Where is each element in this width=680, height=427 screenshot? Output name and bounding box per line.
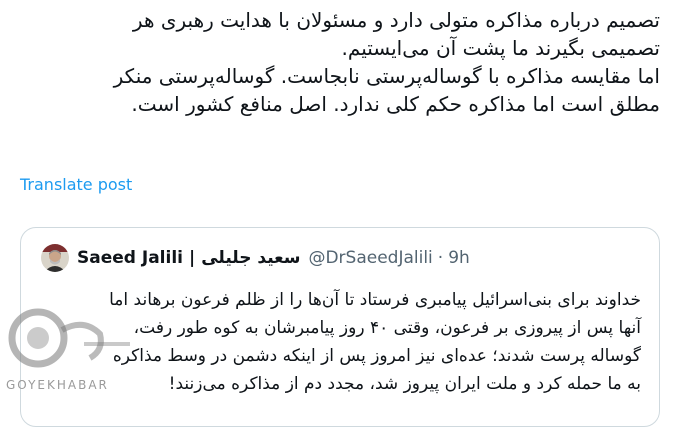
quoted-text-line: به ما حمله کرد و ملت ایران پیروز شد، مجد… [168,374,641,394]
quoted-text-line: گوساله پرست شدند؛ عده‌ای نیز امروز پس از… [112,346,641,366]
quoted-author-name[interactable]: Saeed Jalili [77,248,183,268]
dot-separator: · [437,248,444,268]
tweet-text-line: تصمیم درباره مذاکره متولی دارد و مسئولان… [132,8,660,32]
tweet-text-line: اما مقایسه مذاکره با گوساله‌پرستی نابجاس… [113,64,660,88]
quoted-post-header: Saeed Jalili | سعید جلیلی @DrSaeedJalili… [41,244,470,272]
watermark-text: GOYEKHABAR [6,378,109,392]
tweet-text-line: تصمیمی بگیرند ما پشت آن می‌ایستیم. [341,36,660,60]
name-separator: | [188,248,196,268]
post-time[interactable]: 9h [448,248,470,268]
quoted-author-handle[interactable]: @DrSaeedJalili [308,248,432,268]
quoted-post-text: خداوند برای بنی‌اسرائیل پیامبری فرستاد ت… [41,286,641,398]
avatar[interactable] [41,244,69,272]
tweet-text-line: مطلق است اما مذاکره حکم کلی ندارد. اصل م… [131,92,660,116]
translate-post-link[interactable]: Translate post [20,174,132,196]
quoted-author-name-fa[interactable]: سعید جلیلی [201,248,300,268]
quoted-text-line: خداوند برای بنی‌اسرائیل پیامبری فرستاد ت… [109,290,641,310]
quoted-text-line: آنها پس از پیروزی بر فرعون، وقتی ۴۰ روز … [133,318,641,338]
tweet-text: تصمیم درباره مذاکره متولی دارد و مسئولان… [20,6,660,118]
quoted-post-card[interactable]: Saeed Jalili | سعید جلیلی @DrSaeedJalili… [20,227,660,427]
